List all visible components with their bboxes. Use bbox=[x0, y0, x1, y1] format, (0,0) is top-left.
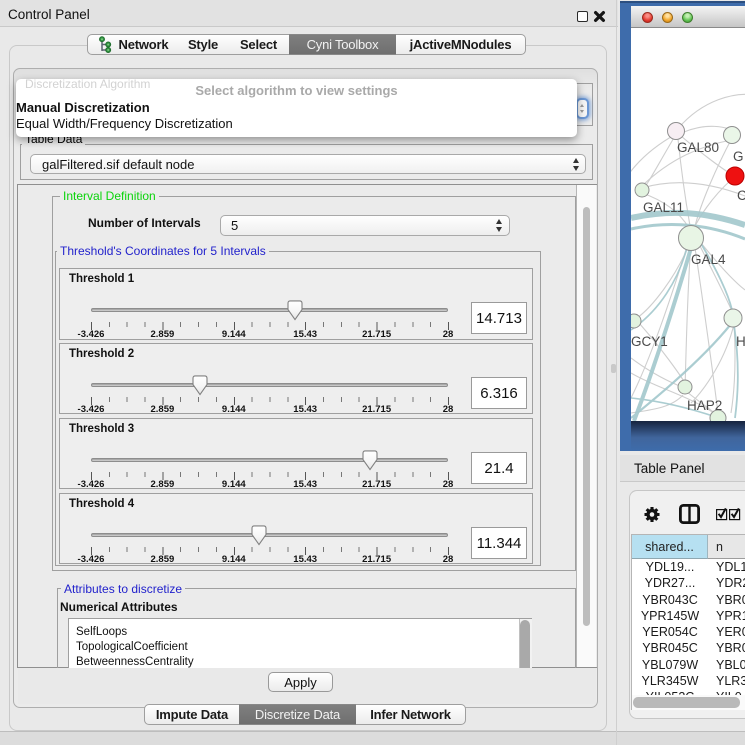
svg-text:G: G bbox=[733, 149, 744, 164]
svg-text:H: H bbox=[736, 334, 745, 349]
svg-text:GAL80: GAL80 bbox=[677, 140, 719, 155]
svg-text:C: C bbox=[737, 188, 745, 203]
svg-text:GCY1: GCY1 bbox=[631, 334, 668, 349]
svg-text:HAP2: HAP2 bbox=[687, 398, 722, 413]
svg-text:GAL11: GAL11 bbox=[643, 200, 684, 215]
svg-text:GAL4: GAL4 bbox=[691, 252, 726, 267]
